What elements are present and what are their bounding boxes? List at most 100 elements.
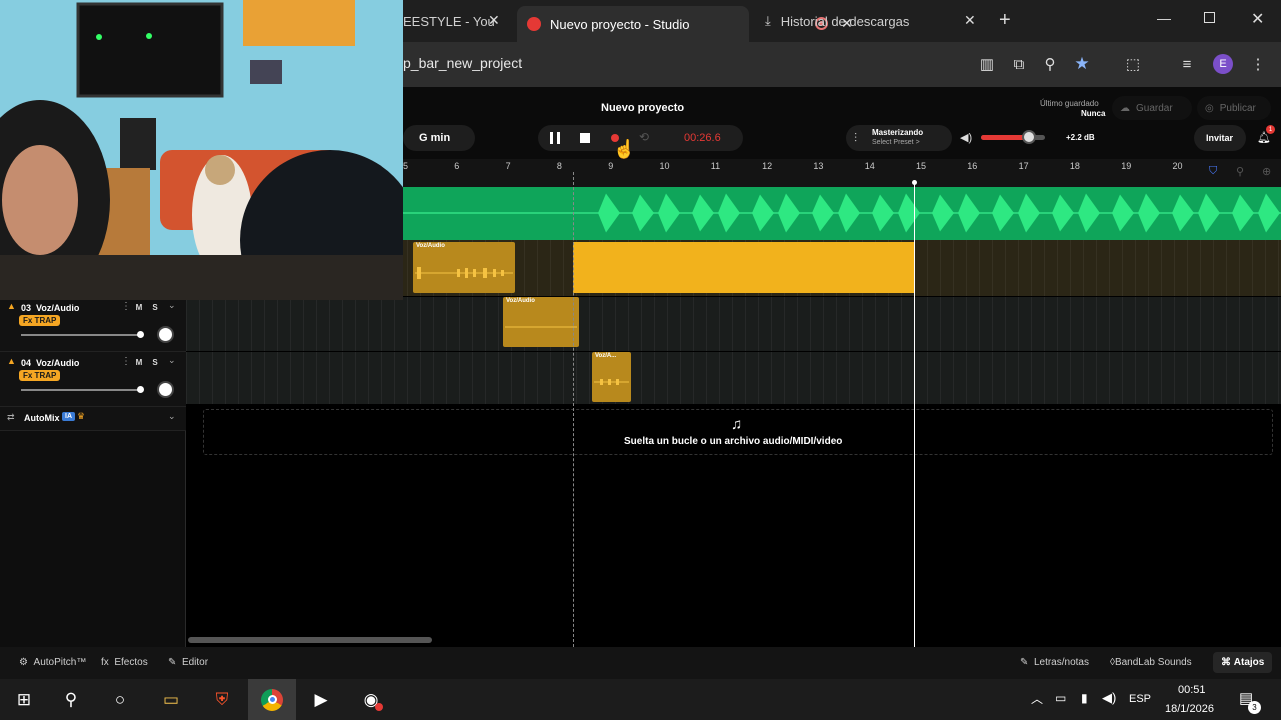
tab-youtube[interactable]: EESTYLE - You ✕ (403, 6, 513, 36)
recording-clip[interactable] (573, 242, 915, 293)
loop-icon[interactable]: ⟲ (639, 130, 649, 144)
track-options-icon[interactable]: ⋮ (121, 301, 131, 312)
marker-icon[interactable]: ⛉ (1209, 165, 1217, 178)
media-control-icon[interactable]: ≡ (1175, 52, 1199, 76)
search-icon[interactable]: ⚲ (57, 686, 85, 714)
ai-badge: IA (62, 412, 75, 421)
menu-kebab-icon[interactable]: ⋮ (1246, 52, 1270, 76)
mic-icon[interactable]: ▮ (1081, 691, 1088, 705)
minimize-button[interactable]: — (1157, 10, 1171, 26)
lock-icon[interactable]: ▲ (7, 301, 16, 311)
track-volume-slider[interactable] (21, 389, 141, 391)
profile-avatar[interactable]: E (1211, 52, 1235, 76)
url-text[interactable]: p_bar_new_project (403, 55, 522, 71)
ruler-tick: 12 (762, 161, 773, 171)
transport-controls: ⟲ 00:26.6 (538, 125, 743, 151)
track-volume-slider[interactable] (21, 334, 141, 336)
master-volume-thumb[interactable] (1022, 130, 1036, 144)
chevron-down-icon[interactable]: ⌄ (168, 411, 176, 422)
track-options-icon[interactable]: ⋮ (121, 356, 131, 367)
zoom-icon[interactable]: ⚲ (1038, 52, 1062, 76)
vocal-clip-3[interactable]: Voz/A... (592, 352, 631, 402)
cast-icon[interactable]: ⧉ (1007, 52, 1031, 76)
task-view-icon[interactable]: ○ (106, 686, 134, 714)
file-explorer-icon[interactable]: ▭ (157, 686, 185, 714)
notification-center-badge: 3 (1248, 701, 1261, 714)
apps-icon[interactable]: ▥ (975, 52, 999, 76)
autopitch-button[interactable]: ⚙ AutoPitch™ (19, 657, 86, 668)
media-player-icon[interactable]: ▶ (307, 686, 335, 714)
playhead[interactable] (914, 184, 915, 647)
invite-button[interactable]: Invitar (1194, 125, 1246, 151)
solo-button[interactable]: S (148, 356, 162, 369)
chevron-down-icon[interactable]: ⌄ (168, 355, 176, 366)
horizontal-scrollbar[interactable] (188, 637, 432, 643)
clock-date[interactable]: 18/1/2026 (1165, 703, 1214, 715)
fx-badge[interactable]: Fx TRAP (19, 370, 61, 381)
close-icon[interactable]: ✕ (964, 12, 976, 29)
command-icon: ⌘ (1221, 657, 1231, 668)
chevron-up-icon[interactable]: ︿ (1031, 690, 1043, 707)
new-tab-button[interactable]: + (999, 9, 1011, 32)
chrome-icon[interactable] (248, 679, 296, 720)
ruler-tick: 13 (813, 161, 824, 171)
stop-icon[interactable] (580, 133, 590, 143)
notification-badge: 1 (1266, 125, 1275, 134)
track-lane-04[interactable] (186, 352, 1281, 404)
bandlab-sounds-button[interactable]: ◊BandLab Sounds (1110, 657, 1192, 668)
bookmark-star-icon[interactable]: ★ (1070, 52, 1094, 76)
mute-button[interactable]: M (132, 356, 146, 369)
mastering-button[interactable]: ⫶ Masterizando Select Preset > (846, 125, 952, 151)
brave-icon[interactable]: ⛨ (208, 686, 236, 714)
speaker-icon[interactable]: ◀) (960, 131, 972, 144)
close-icon[interactable]: ✕ (488, 12, 500, 29)
pan-knob[interactable] (157, 326, 174, 343)
mute-button[interactable]: M (132, 301, 146, 314)
editor-button[interactable]: ✎ Editor (168, 657, 208, 668)
fx-icon: fx (101, 657, 109, 668)
save-button[interactable]: ☁ Guardar (1112, 96, 1192, 120)
shortcuts-button[interactable]: ⌘ Atajos (1213, 652, 1273, 673)
zoom-out-icon[interactable]: ⚲ (1236, 165, 1244, 178)
ruler-tick: 15 (916, 161, 927, 171)
effects-button[interactable]: fx Efectos (101, 657, 148, 668)
close-window-button[interactable]: ✕ (1251, 9, 1264, 29)
lyrics-button[interactable]: ✎ Letras/notas (1020, 657, 1089, 668)
vocal-clip-2[interactable]: Voz/Audio (503, 297, 579, 347)
webcam-scene-image (0, 0, 403, 300)
network-icon[interactable]: ▭ (1055, 691, 1066, 705)
windows-start-icon[interactable]: ⊞ (10, 686, 38, 714)
track-04[interactable]: ▲ 04 Voz/Audio ⋮ M S ⌄ Fx TRAP (0, 352, 186, 407)
automix-row[interactable]: ⇄ AutoMix IA ♛ ⌄ (0, 407, 186, 431)
extensions-icon[interactable]: ⬚ (1121, 52, 1145, 76)
master-gain-value: +2.2 dB (1066, 133, 1095, 142)
vocal-clip-1[interactable]: Voz/Audio (413, 242, 515, 293)
project-title[interactable]: Nuevo proyecto (601, 102, 684, 114)
lock-icon[interactable]: ▲ (7, 356, 16, 366)
chevron-down-icon[interactable]: ⌄ (168, 300, 176, 311)
track-03[interactable]: ▲ 03 Voz/Audio ⋮ M S ⌄ Fx TRAP (0, 297, 186, 352)
tab-studio[interactable]: Nuevo proyecto - Studio ✕ (517, 6, 853, 42)
track-lane-03[interactable] (186, 297, 1281, 351)
ruler-tick: 6 (454, 161, 460, 171)
volume-icon[interactable]: ◀) (1102, 690, 1116, 706)
pause-icon[interactable] (550, 132, 560, 144)
restore-button[interactable] (1204, 12, 1215, 23)
drop-zone[interactable]: ♫ Suelta un bucle o un archivo audio/MID… (203, 409, 1273, 455)
fx-badge[interactable]: Fx TRAP (19, 315, 61, 326)
solo-button[interactable]: S (148, 301, 162, 314)
pan-knob[interactable] (157, 381, 174, 398)
beat-track-clip[interactable] (403, 187, 1281, 240)
zoom-in-icon[interactable]: ⊕ (1262, 165, 1271, 178)
address-bar (403, 42, 1281, 87)
timeline-ruler[interactable]: 5 6 7 8 9 10 11 12 13 14 15 16 17 18 19 20 (403, 159, 1281, 187)
track-volume-thumb[interactable] (137, 331, 144, 338)
track-volume-thumb[interactable] (137, 386, 144, 393)
master-volume-slider[interactable] (981, 130, 1045, 144)
playhead-handle[interactable] (912, 180, 917, 185)
key-selector[interactable]: G min (403, 125, 475, 151)
publish-button[interactable]: ◎ Publicar (1197, 96, 1271, 120)
language-indicator[interactable]: ESP (1129, 693, 1151, 705)
clock-time[interactable]: 00:51 (1178, 684, 1206, 696)
tab-downloads[interactable]: ⤓ Historial de descargas ✕ (759, 6, 989, 36)
